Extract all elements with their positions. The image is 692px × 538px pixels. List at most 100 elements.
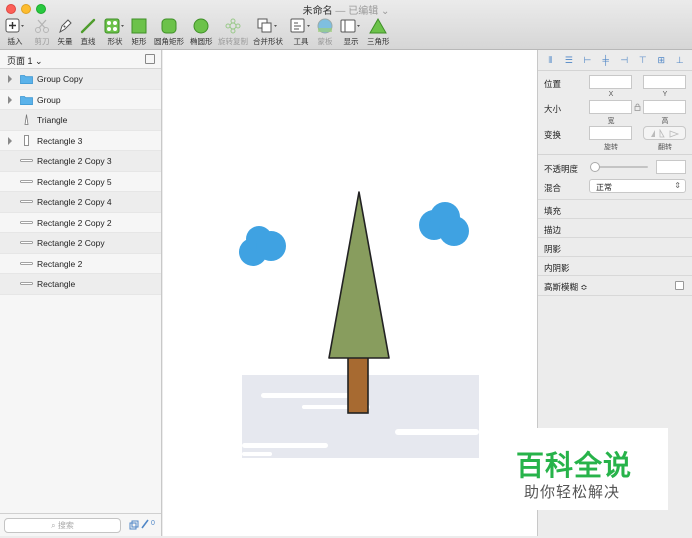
layer-row[interactable]: Rectangle 3 [0, 131, 161, 151]
width-field[interactable] [589, 100, 632, 114]
tools-icon [290, 18, 310, 33]
blur-section[interactable]: 高斯模糊 ≎ [538, 275, 692, 296]
inner-shadow-section[interactable]: 内阴影 [538, 256, 692, 276]
vector-label: 矢量 [57, 37, 73, 46]
layer-row[interactable]: Rectangle 2 Copy 2 [0, 213, 161, 233]
snow-line [261, 393, 349, 398]
display-label: 显示 [343, 37, 359, 46]
align-center-icon[interactable]: ╪ [601, 55, 610, 65]
shape-button[interactable]: 形状 [104, 17, 126, 47]
y-field[interactable] [643, 75, 686, 89]
tree-triangle[interactable] [328, 191, 390, 359]
line-layer-icon [20, 179, 33, 183]
layers-panel: 页面 1 ⌄ Group Copy Group Triangle Rectangle … [0, 50, 162, 536]
lock-icon[interactable] [634, 103, 641, 111]
layer-row[interactable]: Rectangle [0, 274, 161, 295]
layer-row[interactable]: Group [0, 90, 161, 110]
pen-icon [59, 19, 72, 34]
layer-name: Rectangle 2 Copy 5 [37, 176, 112, 187]
layer-name: Group [37, 94, 61, 105]
border-section[interactable]: 描边 [538, 218, 692, 238]
scissors-label: 剪刀 [34, 37, 50, 46]
display-icon [340, 19, 360, 33]
width-caption: 宽 [607, 118, 615, 125]
align-middle-icon[interactable]: ⊞ [657, 55, 666, 65]
vector-button[interactable]: 矢量 [57, 17, 73, 47]
opacity-field[interactable] [656, 160, 686, 174]
disclosure-arrow-icon[interactable] [8, 95, 12, 104]
size-label: 大小 [544, 104, 562, 114]
opacity-slider-knob[interactable] [590, 162, 600, 172]
display-button[interactable]: 显示 [340, 17, 362, 47]
blend-select[interactable]: 正常 ⇕ [589, 179, 686, 193]
layer-row[interactable]: Rectangle 2 [0, 254, 161, 274]
layer-name: Rectangle 2 Copy 2 [37, 217, 112, 228]
disclosure-arrow-icon[interactable] [8, 136, 12, 145]
layer-row[interactable]: Rectangle 2 Copy 5 [0, 172, 161, 192]
layer-row[interactable]: Triangle [0, 110, 161, 131]
line-icon [80, 18, 96, 34]
rectangle-button[interactable]: 矩形 [131, 17, 147, 47]
layer-row[interactable]: Rectangle 2 Copy 4 [0, 192, 161, 213]
rotate-copy-button[interactable]: 旋转复制 [218, 17, 248, 47]
page-selector[interactable]: 页面 1 ⌄ [0, 50, 161, 69]
align-left-icon[interactable]: ⊢ [583, 55, 592, 65]
layer-filter-icon[interactable] [129, 520, 139, 530]
line-button[interactable]: 直线 [80, 17, 96, 47]
fill-section[interactable]: 填充 [538, 199, 692, 219]
align-top-icon[interactable]: ⊤ [638, 55, 647, 65]
flip-toggle[interactable] [643, 126, 686, 140]
triangle-button[interactable]: 三角形 [367, 17, 390, 47]
slice-icon[interactable] [141, 519, 149, 529]
transform-label: 变换 [544, 130, 562, 140]
snow-line [242, 452, 272, 456]
rounded-rectangle-icon [161, 18, 177, 34]
select-arrows-icon: ⇕ [674, 181, 681, 190]
search-input[interactable]: ⌕ 搜索 [4, 518, 121, 533]
snow-line [242, 443, 328, 448]
border-label: 描边 [544, 225, 562, 235]
layer-row[interactable]: Rectangle 2 Copy [0, 233, 161, 254]
layer-name: Rectangle 2 [37, 258, 83, 269]
layer-row[interactable]: Rectangle 2 Copy 3 [0, 151, 161, 172]
tree-trunk[interactable] [347, 356, 369, 414]
x-field[interactable] [589, 75, 632, 89]
search-placeholder: 搜索 [57, 521, 74, 530]
distribute-vertical-icon[interactable]: ☰ [564, 55, 573, 65]
tools-button[interactable]: 工具 [290, 17, 312, 47]
opacity-slider-track[interactable] [592, 166, 648, 168]
shadow-section[interactable]: 阴影 [538, 237, 692, 257]
cloud-right[interactable] [419, 202, 469, 246]
mask-button[interactable]: 蒙板 [317, 17, 333, 47]
scissors-button[interactable]: 剪刀 [34, 17, 50, 47]
shape-grid-icon [104, 18, 124, 34]
insert-button[interactable]: 插入 [5, 17, 25, 47]
height-field[interactable] [643, 100, 686, 114]
combine-shapes-label: 合并形状 [253, 37, 283, 46]
line-layer-icon [20, 159, 33, 162]
align-right-icon[interactable]: ⊣ [620, 55, 629, 65]
height-caption: 高 [661, 118, 669, 125]
rotate-field[interactable] [589, 126, 632, 140]
triangle-label: 三角形 [367, 37, 390, 46]
layer-row[interactable]: Group Copy [0, 69, 161, 90]
x-caption: X [608, 91, 614, 98]
blur-checkbox[interactable] [675, 281, 684, 290]
layer-name: Rectangle 2 Copy 4 [37, 197, 112, 207]
y-caption: Y [662, 91, 668, 98]
align-bottom-icon[interactable]: ⊥ [675, 55, 684, 65]
rounded-rectangle-button[interactable]: 圆角矩形 [154, 17, 184, 47]
layer-name: Triangle [37, 115, 68, 125]
combine-shapes-button[interactable]: 合并形状 [253, 17, 283, 47]
blur-label: 高斯模糊 ≎ [544, 282, 588, 292]
window-title: 未命名 — 已编辑 ⌄ [0, 2, 692, 17]
cloud-left[interactable] [239, 226, 286, 266]
search-icon: ⌕ [51, 521, 56, 530]
oval-icon [193, 18, 209, 34]
disclosure-arrow-icon[interactable] [8, 75, 12, 83]
oval-button[interactable]: 椭圆形 [190, 17, 213, 47]
document-name: 未命名 [302, 6, 333, 17]
watermark-title: 百科全说 [516, 450, 633, 481]
add-page-icon[interactable] [145, 54, 155, 64]
distribute-horizontal-icon[interactable]: ⫴ [546, 55, 555, 65]
